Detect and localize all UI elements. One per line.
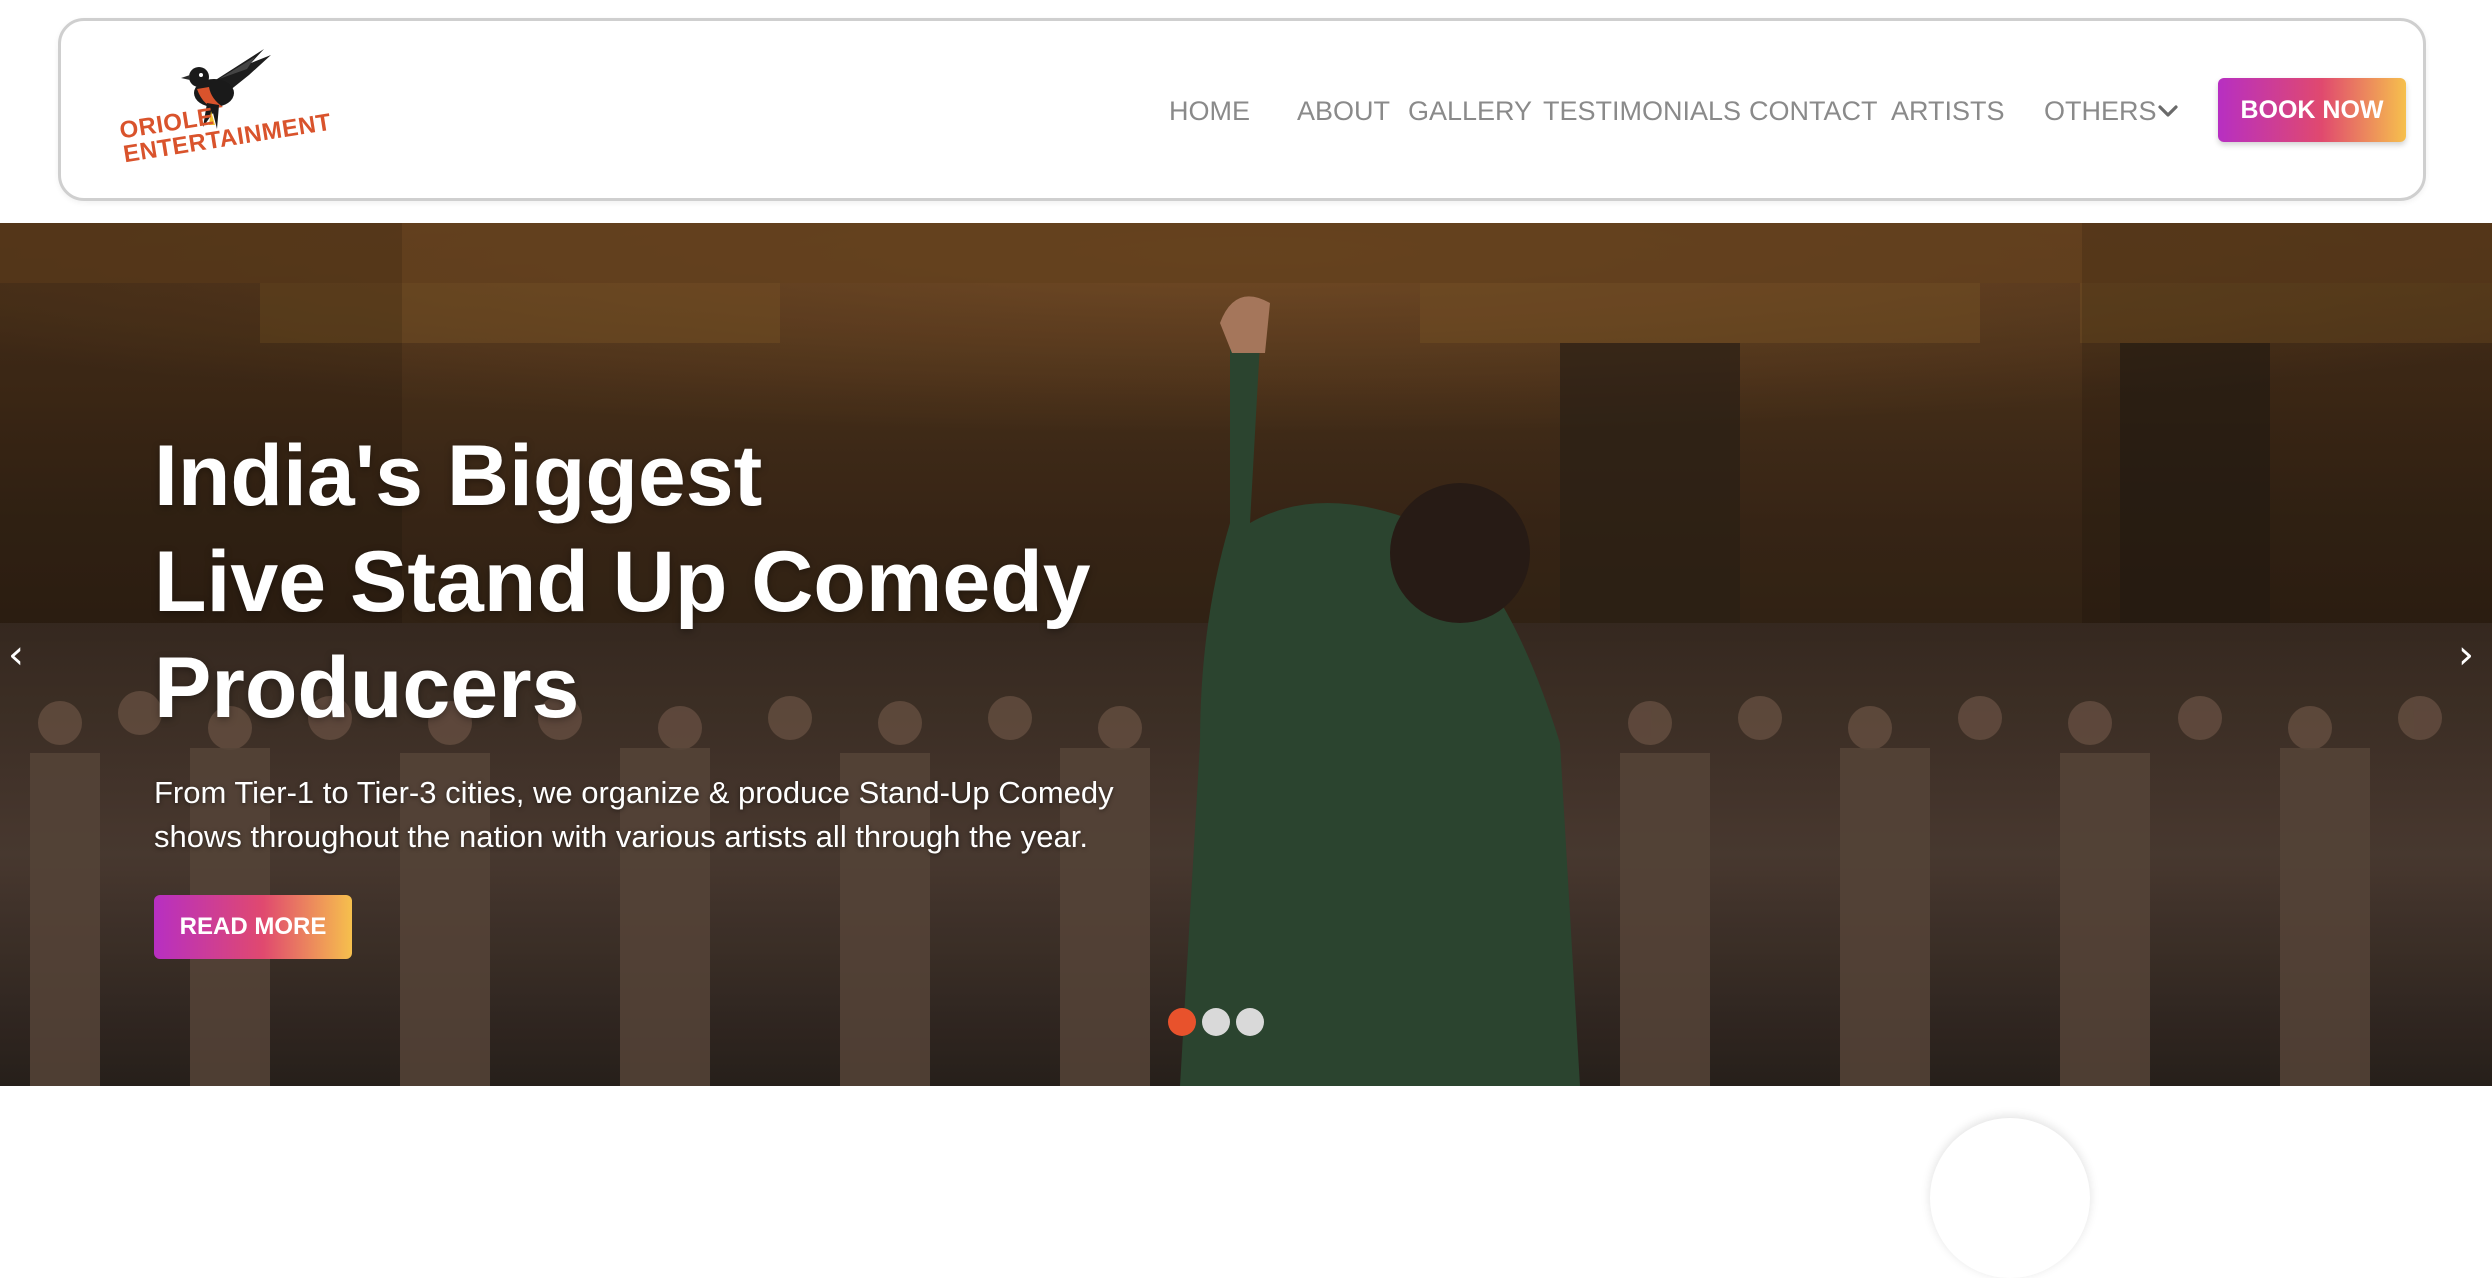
- slider-next-arrow-icon[interactable]: ›: [2458, 635, 2474, 675]
- slider-dot-2[interactable]: [1202, 1008, 1230, 1036]
- nav-item-contact[interactable]: CONTACT: [1749, 93, 1878, 129]
- slider-dot-3[interactable]: [1236, 1008, 1264, 1036]
- hero-title-line-3: Producers: [154, 640, 580, 736]
- hero-subtitle: From Tier-1 to Tier-3 cities, we organiz…: [154, 771, 1154, 859]
- nav-item-gallery[interactable]: GALLERY: [1408, 93, 1532, 129]
- main-nav: HOME ABOUT GALLERY TESTIMONIALS CONTACT …: [61, 93, 2429, 129]
- hero-subtitle-line-1: From Tier-1 to Tier-3 cities, we organiz…: [154, 775, 1114, 810]
- nav-item-others-label: OTHERS: [2044, 96, 2157, 126]
- read-more-button[interactable]: READ MORE: [154, 895, 352, 959]
- chevron-down-icon[interactable]: [2157, 103, 2179, 119]
- nav-item-about[interactable]: ABOUT: [1297, 93, 1390, 129]
- site-header: ORIOLE ENTERTAINMENT HOME ABOUT GALLERY …: [58, 18, 2426, 201]
- slider-prev-arrow-icon[interactable]: ‹: [8, 635, 24, 675]
- hero-title: India's Biggest Live Stand Up Comedy Pro…: [154, 423, 1254, 741]
- floating-circle-badge: [1930, 1118, 2090, 1278]
- hero-title-line-1: India's Biggest: [154, 428, 763, 524]
- book-now-button[interactable]: BOOK NOW: [2218, 78, 2406, 142]
- hero-title-line-2: Live Stand Up Comedy: [154, 534, 1091, 630]
- nav-item-others[interactable]: OTHERS: [2044, 93, 2157, 129]
- nav-item-artists[interactable]: ARTISTS: [1891, 93, 2005, 129]
- nav-item-home[interactable]: HOME: [1169, 93, 1250, 129]
- slider-dot-1[interactable]: [1168, 1008, 1196, 1036]
- nav-item-testimonials[interactable]: TESTIMONIALS: [1543, 93, 1741, 129]
- hero-subtitle-line-2: shows throughout the nation with various…: [154, 819, 1088, 854]
- hero-slider: India's Biggest Live Stand Up Comedy Pro…: [0, 223, 2492, 1086]
